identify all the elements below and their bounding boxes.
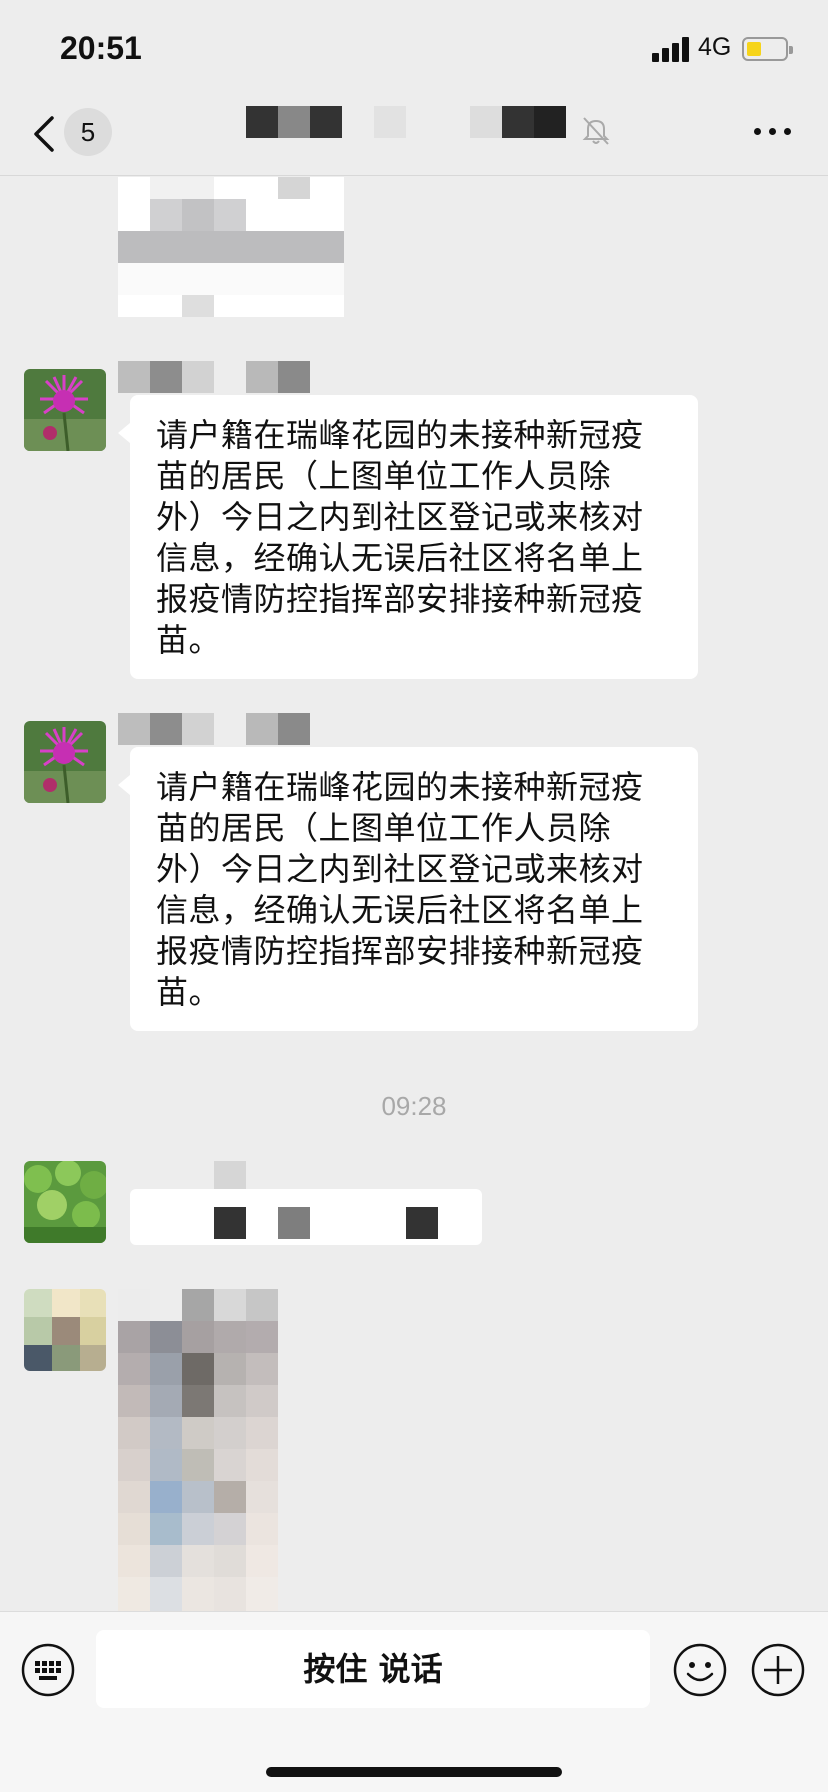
message-line: 苗。: [156, 973, 222, 1011]
hold-to-talk-button[interactable]: 按住 说话: [96, 1630, 650, 1708]
sender-name-censored: [118, 713, 310, 745]
keyboard-icon[interactable]: [20, 1642, 76, 1698]
sender-name-censored: [118, 361, 310, 393]
sender-name-censored: [118, 1289, 278, 1321]
message-line: 外）今日之内到社区登记或来核对: [156, 498, 644, 536]
censored-image-top: [118, 177, 344, 317]
censored-message-bubble[interactable]: [130, 1189, 482, 1245]
status-bar: 20:51 4G: [0, 0, 828, 100]
avatar[interactable]: [24, 369, 106, 451]
home-indicator: [266, 1767, 562, 1777]
input-toolbar: 按住 说话: [0, 1611, 828, 1792]
message-line: 信息，经确认无误后社区将名单上: [156, 891, 644, 929]
message-line: 苗的居民（上图单位工作人员除: [156, 809, 612, 847]
emoji-icon[interactable]: [672, 1642, 728, 1698]
mute-bell-icon: [582, 117, 610, 145]
back-arrow-icon[interactable]: [30, 114, 62, 154]
signal-icon: [652, 36, 692, 62]
message-bubble[interactable]: 请户籍在瑞峰花园的未接种新冠疫 苗的居民（上图单位工作人员除 外）今日之内到社区…: [118, 747, 698, 1031]
message-list[interactable]: 请户籍在瑞峰花园的未接种新冠疫 苗的居民（上图单位工作人员除 外）今日之内到社区…: [0, 177, 828, 1611]
censored-image-message[interactable]: [118, 1321, 310, 1611]
avatar[interactable]: [24, 1289, 106, 1371]
message-line: 请户籍在瑞峰花园的未接种新冠疫: [156, 768, 644, 806]
more-dots-icon[interactable]: [750, 110, 796, 150]
unread-count-badge[interactable]: 5: [64, 108, 112, 156]
plus-icon[interactable]: [750, 1642, 806, 1698]
message-line: 报疫情防控指挥部安排接种新冠疫: [156, 580, 644, 618]
avatar[interactable]: [24, 1161, 106, 1243]
chat-title-censored: [246, 106, 576, 140]
message-line: 外）今日之内到社区登记或来核对: [156, 850, 644, 888]
time-separator: 09:28: [381, 1091, 447, 1121]
battery-icon: [742, 37, 793, 61]
status-time: 20:51: [60, 30, 142, 66]
network-type: 4G: [698, 33, 732, 61]
chat-header: 5: [0, 100, 828, 176]
message-line: 请户籍在瑞峰花园的未接种新冠疫: [156, 416, 644, 454]
message-line: 苗。: [156, 621, 222, 659]
avatar[interactable]: [24, 721, 106, 803]
message-line: 信息，经确认无误后社区将名单上: [156, 539, 644, 577]
message-line: 苗的居民（上图单位工作人员除: [156, 457, 612, 495]
message-line: 报疫情防控指挥部安排接种新冠疫: [156, 932, 644, 970]
message-bubble[interactable]: 请户籍在瑞峰花园的未接种新冠疫 苗的居民（上图单位工作人员除 外）今日之内到社区…: [118, 395, 698, 679]
